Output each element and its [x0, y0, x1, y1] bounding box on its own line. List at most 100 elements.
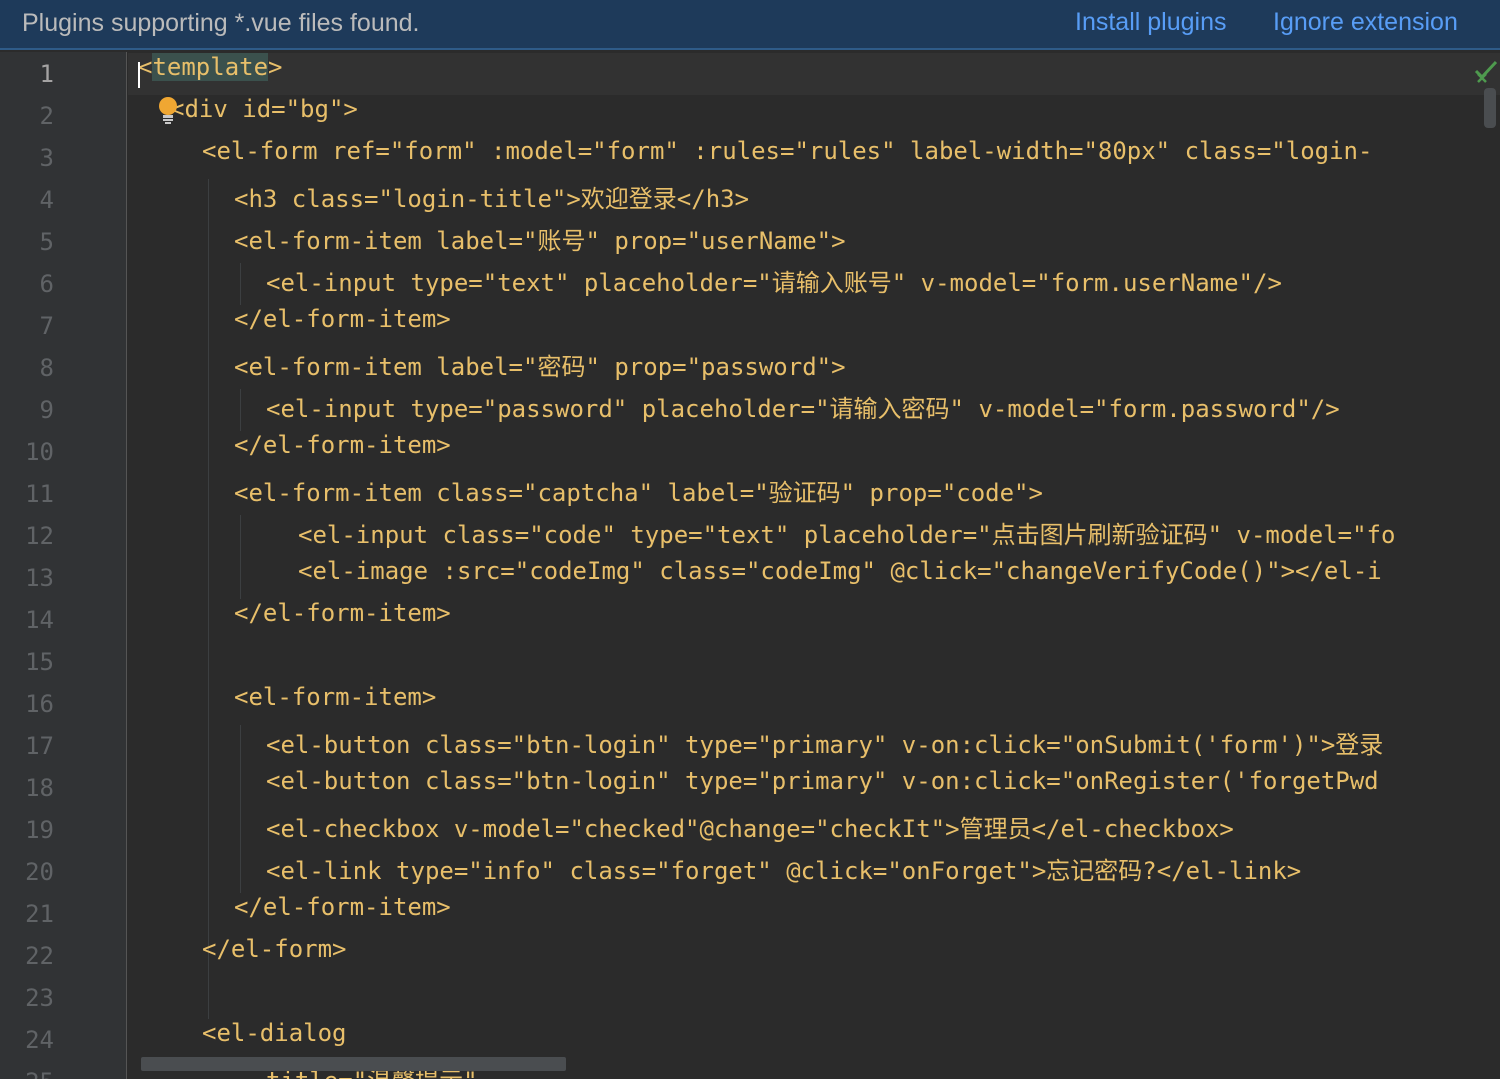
code-tag-token: />: [1310, 395, 1340, 423]
code-tag-token: </el-form-item>: [234, 599, 451, 627]
code-tag-token: <el-form-item: [234, 227, 437, 255]
code-line-3[interactable]: <el-form ref="form" :model="form" :rules…: [202, 137, 1372, 179]
line-number: 4: [39, 186, 54, 214]
code-attr-token: @change=: [699, 815, 816, 843]
code-attr-token: class=: [555, 857, 657, 885]
line-number: 10: [25, 438, 54, 466]
code-line-18[interactable]: <el-button class="btn-login" type="prima…: [266, 767, 1379, 809]
code-string-token: "codeImg": [745, 557, 876, 585]
code-line-10[interactable]: </el-form-item>: [234, 431, 451, 473]
code-tag-token: <el-button: [266, 731, 425, 759]
code-attr-token: label-width=: [895, 137, 1084, 165]
install-plugins-link[interactable]: Install plugins: [1075, 8, 1226, 37]
code-tag-token: </el-form-item>: [234, 431, 451, 459]
code-line-7[interactable]: </el-form-item>: [234, 305, 451, 347]
code-string-token: "账号": [523, 227, 600, 255]
code-attr-token: v-on:click=: [887, 731, 1061, 759]
line-number: 13: [25, 564, 54, 592]
code-attr-token: v-model=: [453, 815, 570, 843]
code-string-token: "点击图片刷新验证码": [977, 521, 1223, 549]
code-line-9[interactable]: <el-input type="password" placeholder="请…: [266, 389, 1340, 431]
line-number: 7: [39, 312, 54, 340]
code-line-4[interactable]: <h3 class="login-title">欢迎登录</h3>: [234, 179, 749, 221]
code-attr-token: @click=: [876, 557, 992, 585]
code-tag-token: <el-input: [266, 269, 411, 297]
code-tag-token: >: [831, 353, 846, 381]
code-line-20[interactable]: <el-link type="info" class="forget" @cli…: [266, 851, 1301, 893]
code-line-12[interactable]: <el-input class="code" type="text" place…: [298, 515, 1395, 557]
code-editor[interactable]: <template> <div id="bg"> <el-form ref="f…: [128, 52, 1500, 1079]
code-string-token: "form": [389, 137, 477, 165]
code-string-token: "checked": [569, 815, 700, 843]
code-line-11[interactable]: <el-form-item class="captcha" label="验证码…: [234, 473, 1043, 515]
code-line-2[interactable]: <div id="bg">: [170, 95, 358, 137]
code-line-19[interactable]: <el-checkbox v-model="checked"@change="c…: [266, 809, 1234, 851]
line-number-gutter[interactable]: 1 2 3 4 5 6 7 8 9 10 11 12 13 14 15 16 1…: [0, 52, 127, 1079]
code-string-token: "text": [702, 521, 790, 549]
code-attr-token: label=: [653, 479, 755, 507]
code-text-token: 欢迎登录: [580, 185, 677, 213]
code-line-17[interactable]: <el-button class="btn-login" type="prima…: [266, 725, 1383, 767]
code-tag-token: <el-form-item: [234, 479, 437, 507]
line-number: 1: [39, 60, 54, 88]
code-line-1[interactable]: <template>: [138, 53, 283, 95]
code-tag-token: >: [343, 95, 358, 123]
line-number: 16: [25, 690, 54, 718]
code-string-token: "captcha": [523, 479, 654, 507]
code-attr-token: label=: [436, 353, 523, 381]
code-string-token: "password": [482, 395, 628, 423]
indent-guide: [240, 515, 241, 599]
line-number: 14: [25, 606, 54, 634]
line-number: 24: [25, 1026, 54, 1054]
code-line-13[interactable]: <el-image :src="codeImg" class="codeImg"…: [298, 557, 1382, 599]
line-number: 5: [39, 228, 54, 256]
ignore-extension-link[interactable]: Ignore extension: [1273, 8, 1458, 37]
code-tag-token: template: [152, 53, 269, 81]
code-attr-token: class=: [424, 767, 512, 795]
code-line-21[interactable]: </el-form-item>: [234, 893, 451, 935]
code-tag-token: <el-button: [266, 767, 425, 795]
code-attr-token: id=: [242, 95, 286, 123]
code-string-token: "form": [592, 137, 679, 165]
code-string-token: "form.password": [1094, 395, 1311, 423]
plugin-notification-banner: Plugins supporting *.vue files found. In…: [0, 0, 1500, 50]
code-string-token: "checkIt": [815, 815, 946, 843]
code-string-token: "text": [482, 269, 570, 297]
code-attr-token: prop=: [855, 479, 942, 507]
line-number: 23: [25, 984, 54, 1012]
code-attr-token: v-model=: [964, 395, 1095, 423]
vertical-scrollbar-thumb[interactable]: [1484, 88, 1496, 128]
code-attr-token: v-model=: [1222, 521, 1353, 549]
code-string-token: "code": [529, 521, 616, 549]
line-number: 12: [25, 522, 54, 550]
code-line-6[interactable]: <el-input type="text" placeholder="请输入账号…: [266, 263, 1282, 305]
code-attr-token: v-model=: [906, 269, 1037, 297]
code-string-token: "primary": [757, 731, 888, 759]
code-tag-token: >: [945, 815, 960, 843]
line-number: 19: [25, 816, 54, 844]
text-caret: [138, 62, 140, 88]
code-string-token: "primary": [757, 767, 888, 795]
line-number: 2: [39, 102, 54, 130]
code-string-token: "login-: [1271, 137, 1373, 165]
lightbulb-icon[interactable]: [157, 96, 179, 126]
code-line-24[interactable]: <el-dialog: [202, 1019, 347, 1061]
indent-guide: [240, 725, 241, 893]
code-string-token: "password": [686, 353, 832, 381]
indent-guide: [208, 179, 209, 1019]
code-attr-token: @click=: [771, 857, 888, 885]
line-number: 21: [25, 900, 54, 928]
horizontal-scrollbar-thumb[interactable]: [141, 1057, 566, 1071]
inspection-ok-icon[interactable]: [1474, 58, 1498, 84]
code-attr-token: label=: [436, 227, 523, 255]
code-line-16[interactable]: <el-form-item>: [234, 683, 436, 725]
code-line-14[interactable]: </el-form-item>: [234, 599, 451, 641]
line-number: 6: [39, 270, 54, 298]
ide-window: Plugins supporting *.vue files found. In…: [0, 0, 1500, 1079]
code-line-22[interactable]: </el-form>: [202, 935, 347, 977]
code-tag-token: >: [1031, 857, 1047, 885]
code-attr-token: class=: [291, 185, 379, 213]
line-number: 25: [0, 1061, 54, 1079]
code-line-8[interactable]: <el-form-item label="密码" prop="password"…: [234, 347, 846, 389]
code-line-5[interactable]: <el-form-item label="账号" prop="userName"…: [234, 221, 846, 263]
